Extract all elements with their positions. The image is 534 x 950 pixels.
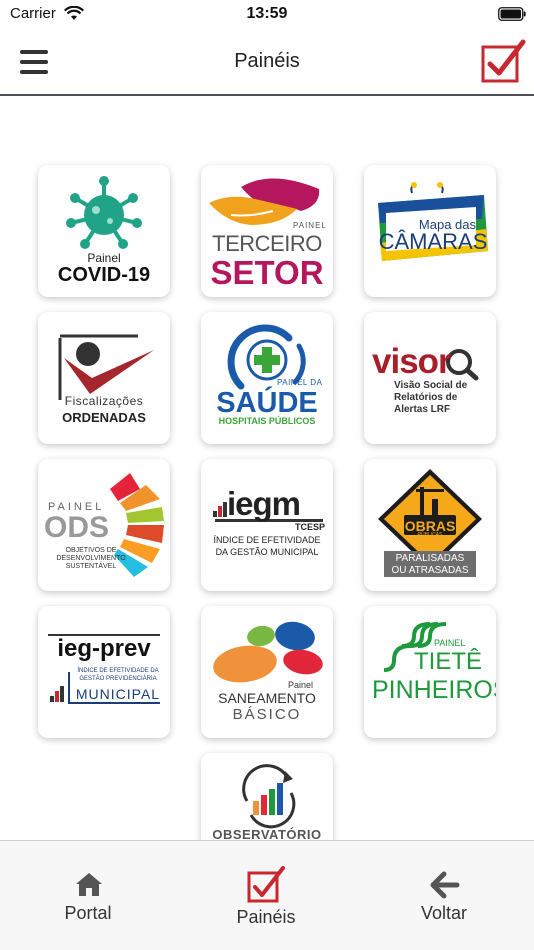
tab-paineis[interactable]: Painéis bbox=[206, 841, 326, 950]
navigation-bar: Painéis bbox=[0, 30, 534, 96]
checkbox-check-icon[interactable] bbox=[480, 38, 526, 84]
panel-mapa-das-camaras[interactable]: Mapa das CÂMARAS bbox=[364, 165, 496, 297]
back-arrow-icon bbox=[430, 871, 460, 899]
status-bar: Carrier 13:59 bbox=[0, 0, 534, 30]
panel-observatorio[interactable]: OBSERVATÓRIO bbox=[201, 753, 333, 840]
panel-obras[interactable]: OBRAS PÚBLICAS PARALISADAS OU ATRASADAS bbox=[364, 459, 496, 591]
panel-ieg-prev[interactable]: ieg-prev ÍNDICE DE EFETIVIDADE DA GESTÃO… bbox=[38, 606, 170, 738]
tab-bar: Portal Painéis Voltar bbox=[0, 840, 534, 950]
tab-portal[interactable]: Portal bbox=[28, 841, 148, 950]
panel-iegm[interactable]: iegm TCESP ÍNDICE DE EFETIVIDADE DA GEST… bbox=[201, 459, 333, 591]
panels-grid: Painel COVID-19 PAINEL TERCEIRO SETOR Ma… bbox=[0, 98, 534, 840]
panel-saneamento-basico[interactable]: Painel SANEAMENTO BÁSICO bbox=[201, 606, 333, 738]
panel-fiscalizacoes-ordenadas[interactable]: Fiscalizações ORDENADAS bbox=[38, 312, 170, 444]
home-icon bbox=[76, 873, 102, 896]
checkbox-check-icon bbox=[247, 866, 285, 903]
panel-saude[interactable]: PAINEL DA SAÚDE HOSPITAIS PÚBLICOS bbox=[201, 312, 333, 444]
tab-voltar[interactable]: Voltar bbox=[384, 841, 504, 950]
panel-tiete-pinheiros[interactable]: PAINEL TIETÊ PINHEIROS bbox=[364, 606, 496, 738]
panel-ods[interactable]: PAINEL ODS OBJETIVOS DE DESENVOLVIMENTO … bbox=[38, 459, 170, 591]
panel-covid-19[interactable]: Painel COVID-19 bbox=[38, 165, 170, 297]
battery-icon bbox=[498, 7, 526, 21]
clock: 13:59 bbox=[246, 5, 288, 22]
page-title: Painéis bbox=[234, 50, 300, 72]
panel-visor[interactable]: visor Visão Social de Relatórios de Aler… bbox=[364, 312, 496, 444]
panel-terceiro-setor[interactable]: PAINEL TERCEIRO SETOR bbox=[201, 165, 333, 297]
